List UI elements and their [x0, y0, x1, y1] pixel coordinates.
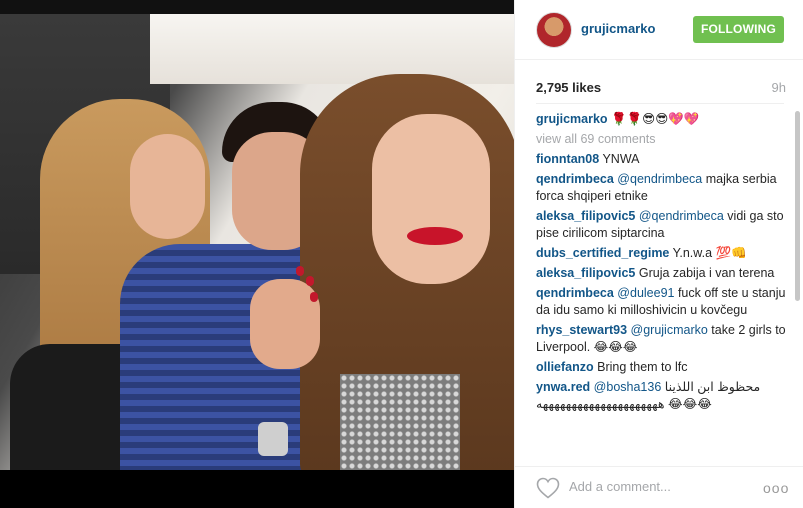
comment-username[interactable]: dubs_certified_regime [536, 246, 669, 260]
comment-username[interactable]: aleksa_filipovic5 [536, 266, 635, 280]
comment-username[interactable]: olliefanzo [536, 360, 594, 374]
comment-mention[interactable]: @qendrimbeca [639, 209, 724, 223]
likes-row: 2,795 likes 9h [536, 80, 786, 98]
comment-username[interactable]: rhys_stewart93 [536, 323, 627, 337]
comment-mention[interactable]: @dulee91 [617, 286, 674, 300]
comment-text: Bring them to lfc [597, 360, 688, 374]
comment-item: dubs_certified_regime Y.n.w.a 💯👊 [536, 245, 792, 262]
avatar[interactable] [536, 12, 572, 48]
comment-mention[interactable]: @grujicmarko [631, 323, 708, 337]
following-button[interactable]: FOLLOWING [693, 16, 784, 43]
comment-item: qendrimbeca @dulee91 fuck off ste u stan… [536, 285, 792, 319]
add-comment-input[interactable]: Add a comment... [569, 479, 671, 494]
comments-scrollbar[interactable] [795, 111, 800, 301]
caption: grujicmarko 🌹🌹😎😎💖💖 [536, 111, 792, 128]
caption-username[interactable]: grujicmarko [536, 112, 608, 126]
comment-username[interactable]: ynwa.red [536, 380, 590, 394]
comment-item: fionntan08 YNWA [536, 151, 792, 168]
comment-username[interactable]: aleksa_filipovic5 [536, 209, 635, 223]
photo-person-right-top [340, 374, 460, 470]
photo-top-bar [0, 0, 514, 14]
comment-item: olliefanzo Bring them to lfc [536, 359, 792, 376]
photo-hand [250, 279, 320, 369]
likes-count[interactable]: 2,795 likes [536, 80, 601, 95]
photo-person-left-face [130, 134, 205, 239]
comment-mention[interactable]: @bosha136 [594, 380, 662, 394]
comment-item: aleksa_filipovic5 Gruja zabija i van ter… [536, 265, 792, 282]
comment-text: YNWA [602, 152, 640, 166]
photo-person-right-lips [407, 227, 463, 245]
comments-list[interactable]: grujicmarko 🌹🌹😎😎💖💖 view all 69 comments … [536, 111, 792, 459]
photo-bottom-bar [0, 470, 514, 508]
comment-text: Y.n.w.a 💯👊 [672, 246, 747, 260]
more-options-icon[interactable]: ooo [763, 480, 789, 496]
post-side-panel: grujicmarko FOLLOWING 2,795 likes 9h gru… [514, 0, 803, 508]
photo-watch [258, 422, 288, 456]
post-photo[interactable] [0, 14, 514, 470]
comment-text: Gruja zabija i van terena [638, 266, 775, 280]
divider [536, 103, 784, 104]
photo-nail [296, 266, 304, 276]
post-header: grujicmarko FOLLOWING [515, 0, 803, 60]
view-all-comments-link[interactable]: view all 69 comments [536, 131, 792, 148]
caption-text: 🌹🌹😎😎💖💖 [611, 112, 700, 126]
photo-nail [306, 276, 314, 286]
comment-item: qendrimbeca @qendrimbeca majka serbia fo… [536, 171, 792, 205]
comment-username[interactable]: qendrimbeca [536, 286, 614, 300]
photo-person-right-face [372, 114, 490, 284]
post-username[interactable]: grujicmarko [581, 21, 655, 36]
comment-username[interactable]: qendrimbeca [536, 172, 614, 186]
photo-nail [310, 292, 318, 302]
comment-username[interactable]: fionntan08 [536, 152, 599, 166]
photo-ceiling [150, 14, 514, 84]
comment-mention[interactable]: @qendrimbeca [617, 172, 702, 186]
heart-outline-icon[interactable] [536, 477, 560, 499]
post-time[interactable]: 9h [772, 80, 786, 95]
post-footer: Add a comment... ooo [515, 466, 803, 508]
comment-item: rhys_stewart93 @grujicmarko take 2 girls… [536, 322, 792, 356]
comment-item: aleksa_filipovic5 @qendrimbeca vidi ga s… [536, 208, 792, 242]
post-photo-container [0, 0, 514, 508]
comment-item: ynwa.red @bosha136 محظوظ ابن اللذينا ههه… [536, 379, 792, 413]
